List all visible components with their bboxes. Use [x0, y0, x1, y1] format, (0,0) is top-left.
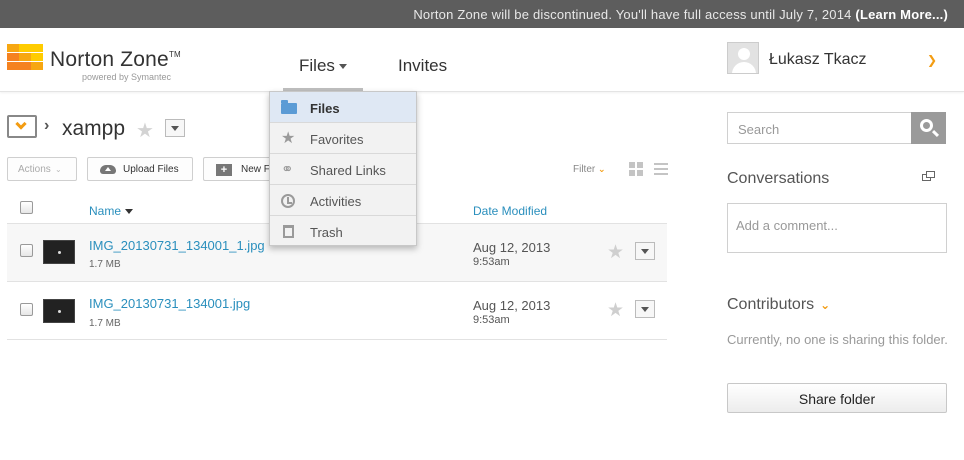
menu-item-favorites[interactable]: ★ Favorites: [270, 123, 416, 154]
discontinued-notice-bar: Norton Zone will be discontinued. You'll…: [0, 0, 964, 28]
upload-label: Upload Files: [123, 164, 179, 175]
nav-files[interactable]: Files: [283, 56, 363, 92]
menu-item-trash[interactable]: Trash: [270, 216, 416, 247]
brand-name-text: Norton Zone: [50, 48, 169, 71]
avatar[interactable]: [727, 42, 759, 74]
search-input[interactable]: Search: [727, 112, 911, 144]
file-time: 9:53am: [473, 256, 510, 268]
select-all-checkbox[interactable]: [20, 201, 33, 214]
sort-desc-icon: [125, 209, 134, 215]
menu-item-label: Trash: [310, 225, 343, 240]
caret-down-icon: [641, 307, 649, 312]
menu-item-label: Activities: [310, 194, 362, 209]
grid-cell: [637, 170, 643, 176]
row-checkbox[interactable]: [20, 303, 33, 316]
new-folder-button[interactable]: + New F: [203, 157, 271, 181]
notice-message: Norton Zone will be discontinued. You'll…: [413, 7, 852, 22]
column-header-name[interactable]: Name: [89, 204, 134, 218]
caret-down-icon: [171, 126, 179, 131]
brand-name[interactable]: Norton ZoneTM: [50, 48, 181, 72]
chevron-down-icon: ⌄: [52, 165, 62, 174]
comment-input[interactable]: Add a comment...: [727, 203, 947, 253]
column-header-date[interactable]: Date Modified: [473, 204, 547, 218]
contributors-message: Currently, no one is sharing this folder…: [727, 332, 948, 347]
link-icon: ⚭: [281, 161, 294, 178]
menu-item-activities[interactable]: Activities: [270, 185, 416, 216]
brand-trademark: TM: [168, 50, 181, 59]
cloud-upload-icon: [100, 165, 116, 174]
actions-button[interactable]: Actions ⌄: [7, 157, 77, 181]
caret-down-icon: [641, 249, 649, 254]
search-button[interactable]: [911, 112, 946, 144]
column-name-label: Name: [89, 204, 122, 218]
folder-check-icon: [7, 115, 37, 138]
folder-options-dropdown[interactable]: [165, 119, 185, 137]
upload-files-button[interactable]: Upload Files: [87, 157, 193, 181]
actions-label: Actions: [18, 164, 51, 175]
breadcrumb-chevron-icon: ›: [44, 117, 50, 134]
file-size: 1.7 MB: [89, 259, 121, 270]
share-folder-button[interactable]: Share folder: [727, 383, 947, 413]
row-options-dropdown[interactable]: [635, 300, 655, 318]
star-icon: ★: [281, 130, 296, 147]
caret-down-icon: [338, 64, 347, 70]
folder-icon: [281, 100, 297, 114]
file-thumbnail[interactable]: [43, 299, 75, 323]
table-row[interactable]: IMG_20130731_134001.jpg 1.7 MB Aug 12, 2…: [7, 282, 667, 340]
file-time: 9:53am: [473, 314, 510, 326]
new-label: New F: [241, 164, 270, 175]
grid-cell: [637, 162, 643, 168]
user-menu-chevron-icon[interactable]: ❯: [927, 53, 937, 67]
filter-label: Filter: [573, 164, 596, 175]
popout-front: [926, 171, 935, 178]
list-view-icon[interactable]: [654, 163, 668, 175]
menu-item-files[interactable]: Files: [270, 92, 416, 123]
contributors-heading[interactable]: Contributors ⌄: [727, 296, 830, 314]
learn-more-link[interactable]: (Learn More...): [855, 7, 948, 22]
menu-item-label: Files: [310, 101, 340, 116]
search-icon: [920, 119, 933, 132]
files-dropdown-menu: Files ★ Favorites ⚭ Shared Links Activit…: [269, 91, 417, 246]
file-name-link[interactable]: IMG_20130731_134001_1.jpg: [89, 238, 265, 253]
conversations-heading: Conversations: [727, 170, 830, 187]
plus-folder-icon: +: [216, 164, 232, 176]
menu-item-label: Shared Links: [310, 163, 386, 178]
favorite-star-icon[interactable]: ★: [607, 299, 624, 322]
file-date: Aug 12, 2013: [473, 240, 551, 255]
file-name-link[interactable]: IMG_20130731_134001.jpg: [89, 296, 250, 311]
brand-tagline: powered by Symantec: [82, 72, 172, 82]
checkmark: [15, 118, 27, 130]
chevron-down-icon: ⌄: [820, 298, 831, 312]
file-size: 1.7 MB: [89, 318, 121, 329]
popout-window-icon[interactable]: [922, 171, 936, 182]
nav-files-label: Files: [299, 56, 335, 75]
grid-cell: [629, 170, 635, 176]
favorite-star-icon[interactable]: ★: [607, 241, 624, 264]
favorite-star-icon[interactable]: ★: [136, 118, 154, 143]
contributors-label: Contributors: [727, 296, 815, 313]
page-title: xampp: [62, 117, 126, 140]
row-checkbox[interactable]: [20, 244, 33, 257]
filter-button[interactable]: Filter ⌄: [573, 164, 606, 175]
top-header: Norton ZoneTM powered by Symantec Files …: [0, 28, 964, 92]
clock-icon: [281, 194, 295, 208]
avatar-body: [732, 62, 756, 73]
user-name[interactable]: Łukasz Tkacz: [769, 51, 867, 69]
grid-view-icon[interactable]: [629, 162, 643, 176]
row-options-dropdown[interactable]: [635, 242, 655, 260]
avatar-head: [738, 48, 750, 60]
nav-invites[interactable]: Invites: [398, 56, 447, 76]
norton-logo-icon[interactable]: [7, 44, 43, 70]
menu-item-label: Favorites: [310, 132, 364, 147]
chevron-down-icon: ⌄: [598, 164, 606, 174]
menu-item-shared-links[interactable]: ⚭ Shared Links: [270, 154, 416, 185]
grid-cell: [629, 162, 635, 168]
file-thumbnail[interactable]: [43, 240, 75, 264]
file-date: Aug 12, 2013: [473, 298, 551, 313]
trash-icon: [283, 225, 294, 238]
